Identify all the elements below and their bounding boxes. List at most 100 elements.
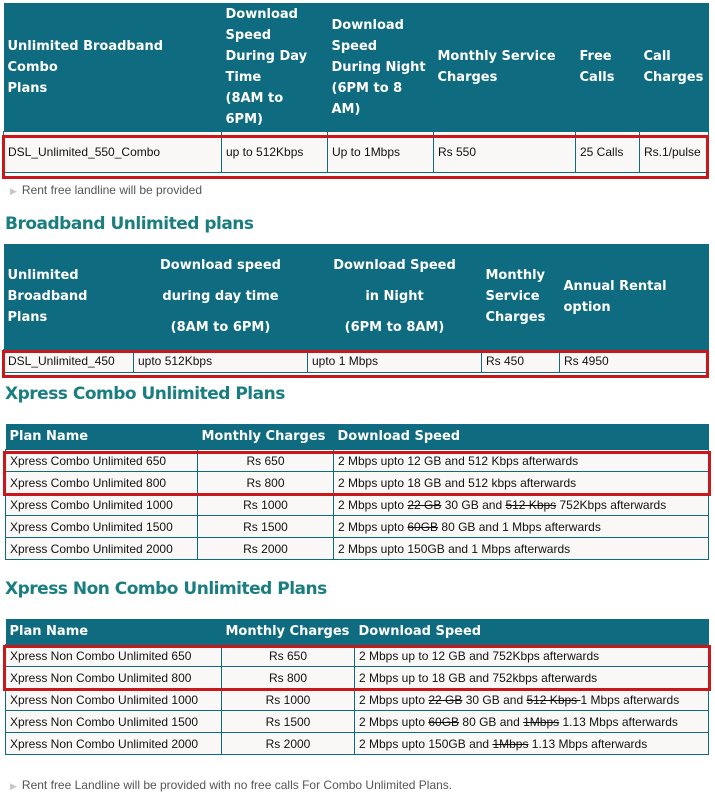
speed-text: 30 GB and	[441, 497, 506, 512]
header-line: Unlimited	[7, 268, 79, 283]
speed-text: 1.13 Mbps afterwards	[528, 736, 648, 751]
monthly-charge: Rs 800	[221, 666, 355, 689]
header-line: Download speed	[160, 258, 281, 273]
monthly-charge: Rs 1000	[197, 493, 334, 516]
monthly-charge: Rs 2000	[221, 732, 355, 755]
header-line: Broadband Plans	[7, 289, 88, 325]
header-line: Speed	[225, 28, 272, 43]
plan-name: Xpress Non Combo Unlimited 1500	[5, 710, 222, 733]
header-night-speed: Download Speed During Night (6PM to 8 AM)	[327, 3, 434, 132]
table-row: Xpress Non Combo Unlimited 1500 Rs 1500 2 …	[5, 710, 709, 733]
table-row: Xpress Combo Unlimited 800 Rs 800 2 Mbps u…	[5, 471, 709, 494]
header-line: option	[563, 299, 611, 315]
struck-text: 512 Kbps	[505, 497, 557, 512]
download-speed: 2 Mbps upto 150GB and 1 Mbps afterwards	[333, 537, 709, 560]
monthly-charge: Rs 450	[481, 349, 560, 373]
header-monthly-charges: Monthly Charges	[197, 424, 334, 450]
header-line: Download Speed	[333, 258, 456, 273]
bullet-arrow-icon: ▶	[10, 186, 17, 196]
section-title-broadband: Broadband Unlimited plans	[5, 214, 254, 234]
xpress-combo-table: Plan Name Monthly Charges Download Speed…	[5, 424, 709, 560]
speed-text: 2 Mbps upto 150GB and	[359, 736, 493, 751]
monthly-charge: Rs 1500	[197, 515, 334, 538]
speed-text: 2 Mbps upto 12 GB and 512 Kbps afterward…	[338, 453, 579, 468]
header-line: Monthly Service	[437, 49, 556, 64]
plan-name: DSL_Unlimited_450	[3, 349, 134, 373]
header-download-speed: Download Speed	[333, 424, 709, 450]
speed-text: 2 Mbps up to 12 GB and 752Kbps afterward…	[359, 648, 600, 663]
plan-name: Xpress Combo Unlimited 800	[5, 471, 198, 494]
header-line: (6PM to 8AM)	[344, 320, 445, 335]
table-row: DSL_Unlimited_450 upto 512Kbps upto 1 Mb…	[3, 349, 709, 373]
download-speed: 2 Mbps up to 18 GB and 752kbps afterward…	[354, 666, 709, 689]
struck-text: 22 GB	[407, 497, 442, 512]
header-call-charges: Call Charges	[639, 3, 709, 132]
speed-text: 2 Mbps upto	[338, 497, 408, 512]
header-download-speed: Download Speed	[354, 619, 709, 645]
speed-text: 752Kbps afterwards	[556, 497, 667, 512]
speed-text: 2 Mbps upto 150GB and 1 Mbps afterwards	[338, 541, 571, 556]
header-line: Download	[225, 7, 298, 22]
header-line: Annual Rental	[563, 278, 667, 294]
plan-name: Xpress Non Combo Unlimited 1000	[5, 688, 222, 711]
header-night-speed: Download Speed in Night (6PM to 8AM)	[307, 244, 482, 350]
plan-name: Xpress Combo Unlimited 1000	[5, 493, 198, 516]
download-speed: 2 Mbps upto 22 GB 30 GB and 512 Kbps 1 M…	[354, 688, 709, 711]
header-line: (8AM to 6PM)	[170, 320, 271, 335]
header-line: Plans	[7, 80, 48, 96]
speed-text: 2 Mbps upto	[359, 692, 429, 707]
header-line: during day time	[162, 289, 279, 304]
xpress-non-combo-table: Plan Name Monthly Charges Download Speed…	[5, 619, 709, 755]
struck-text: 1Mbps	[523, 714, 560, 729]
header-line: Free	[579, 49, 612, 64]
plan-name: Xpress Non Combo Unlimited 800	[5, 666, 222, 689]
header-line: During Day	[225, 49, 308, 64]
table-header-row: Plan Name Monthly Charges Download Speed	[5, 619, 709, 645]
day-speed: upto 512Kbps	[133, 349, 308, 373]
table-row: Xpress Non Combo Unlimited 2000 Rs 2000 2 …	[5, 732, 709, 755]
download-speed: 2 Mbps upto 150GB and 1Mbps 1.13 Mbps af…	[354, 732, 709, 755]
table-row: Xpress Non Combo Unlimited 800 Rs 800 2 Mb…	[5, 666, 709, 689]
header-free-calls: Free Calls	[575, 3, 640, 132]
table-row: Xpress Combo Unlimited 650 Rs 650 2 Mbps u…	[5, 449, 709, 472]
header-line: Unlimited Broadband Combo	[7, 38, 164, 75]
speed-text: 30 GB and	[462, 692, 527, 707]
header-line: Call	[643, 49, 671, 64]
plan-name: Xpress Combo Unlimited 1500	[5, 515, 198, 538]
download-speed: 2 Mbps up to 12 GB and 752Kbps afterward…	[354, 644, 709, 667]
header-line: in Night	[365, 289, 424, 304]
plan-name: Xpress Combo Unlimited 2000	[5, 537, 198, 560]
monthly-charge: Rs 2000	[197, 537, 334, 560]
monthly-charge: Rs 1000	[221, 688, 355, 711]
night-speed: Up to 1Mbps	[327, 131, 434, 173]
header-line: (6PM to 8 AM)	[331, 80, 403, 117]
call-charges: Rs.1/pulse	[639, 131, 709, 173]
header-line: During Night	[331, 59, 426, 75]
table-row: Xpress Non Combo Unlimited 1000 Rs 1000 2 …	[5, 688, 709, 711]
combo-note-text: Rent free landline will be provided	[21, 183, 203, 197]
combo-note: ▶ Rent free landline will be provided	[10, 183, 202, 197]
day-speed: up to 512Kbps	[221, 131, 328, 173]
table-row: DSL_Unlimited_550_Combo up to 512Kbps Up…	[3, 131, 709, 173]
monthly-charge: Rs 650	[221, 644, 355, 667]
struck-text: 60GB	[407, 519, 439, 534]
table-row: Xpress Combo Unlimited 2000 Rs 2000 2 Mbps…	[5, 537, 709, 560]
header-day-speed: Download Speed During Day Time (8AM to 6PM)	[221, 3, 328, 132]
header-line: Charges	[437, 70, 498, 85]
free-calls: 25 Calls	[575, 131, 640, 173]
download-speed: 2 Mbps upto 60GB 80 GB and 1 Mbps afterw…	[333, 515, 709, 538]
struck-text: 60GB	[428, 714, 460, 729]
speed-text: 1.13 Mbps afterwards	[559, 714, 678, 729]
plan-name: Xpress Non Combo Unlimited 2000	[5, 732, 222, 755]
header-plan: Unlimited Broadband Plans	[3, 244, 134, 350]
struck-text: 512 Kbps	[526, 692, 581, 707]
night-speed: upto 1 Mbps	[307, 349, 482, 373]
footer-note-text: Rent free Landline will be provided with…	[21, 778, 453, 792]
header-day-speed: Download speed during day time (8AM to 6PM…	[133, 244, 308, 350]
combo-plans-table: Unlimited Broadband Combo Plans Download S…	[3, 3, 709, 173]
header-monthly-charges: Monthly Charges	[221, 619, 355, 645]
download-speed: 2 Mbps upto 12 GB and 512 Kbps afterward…	[333, 449, 709, 472]
header-plan-name: Plan Name	[5, 424, 198, 450]
table-header-row: Plan Name Monthly Charges Download Speed	[5, 424, 709, 450]
plan-name: Xpress Combo Unlimited 650	[5, 449, 198, 472]
